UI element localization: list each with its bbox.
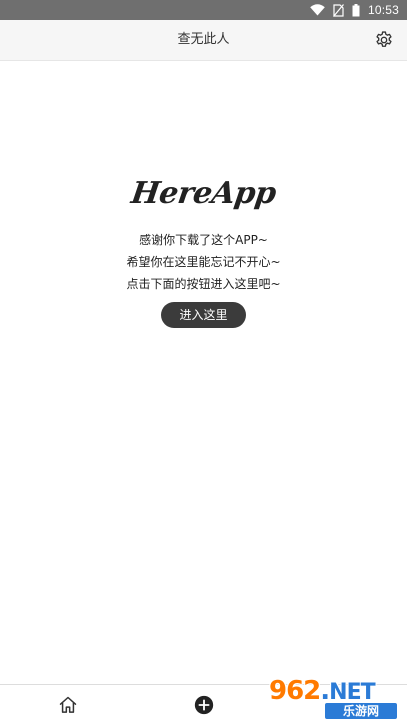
add-circle-icon (194, 695, 214, 715)
site-watermark: 962.NET 乐游网 (263, 677, 403, 721)
enter-button[interactable]: 进入这里 (161, 302, 246, 328)
watermark-subtitle: 乐游网 (325, 703, 397, 719)
no-sim-icon (333, 3, 344, 17)
watermark-number: 962 (269, 676, 321, 706)
app-logo: HereApp (129, 176, 278, 211)
status-bar: 10:53 (0, 0, 407, 20)
nav-home-button[interactable] (56, 693, 80, 717)
welcome-message: 感谢你下载了这个APP~ 希望你在这里能忘记不开心~ 点击下面的按钮进入这里吧~ (0, 229, 407, 295)
message-line: 感谢你下载了这个APP~ (139, 233, 268, 247)
status-icons: 10:53 (310, 0, 399, 20)
home-icon (59, 696, 77, 713)
page-title: 查无此人 (177, 32, 230, 47)
message-line: 点击下面的按钮进入这里吧~ (126, 277, 281, 291)
message-line: 希望你在这里能忘记不开心~ (126, 255, 281, 269)
status-time: 10:53 (367, 3, 399, 17)
battery-icon (352, 3, 360, 16)
gear-icon (376, 31, 392, 47)
watermark-suffix: NET (329, 680, 375, 705)
settings-button[interactable] (373, 29, 395, 51)
nav-add-button[interactable] (192, 693, 216, 717)
watermark-dot: . (320, 676, 330, 706)
wifi-icon (310, 4, 325, 16)
app-header: 查无此人 (0, 20, 407, 61)
main-content: HereApp 感谢你下载了这个APP~ 希望你在这里能忘记不开心~ 点击下面的… (0, 61, 407, 684)
